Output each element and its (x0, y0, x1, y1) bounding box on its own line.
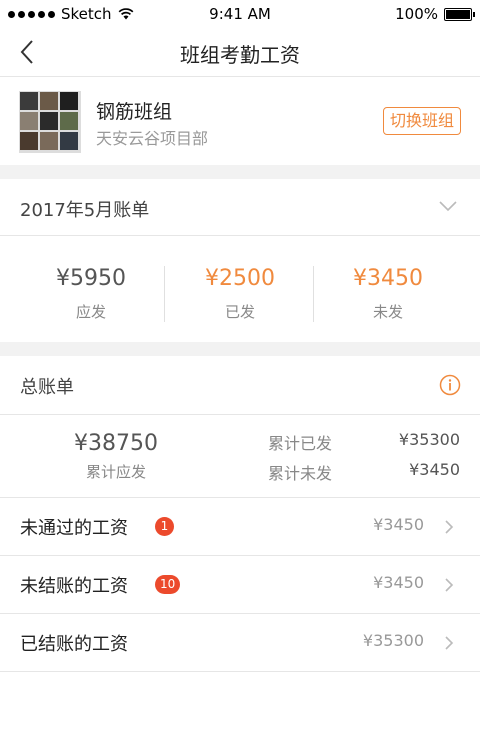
chevron-down-icon (439, 201, 457, 212)
stat-unpaid: ¥3450 未发 (308, 266, 468, 322)
stat-label: 已发 (224, 303, 255, 321)
total-unpaid-label: 累计未发 (268, 464, 333, 483)
info-icon[interactable] (439, 374, 461, 396)
section-divider (0, 342, 480, 356)
total-bill-title: 总账单 (20, 377, 74, 398)
list-item-rejected-wages[interactable]: 未通过的工资 1 ¥3450 (0, 498, 480, 556)
list-item-amount: ¥35300 (362, 631, 424, 650)
page-title: 班组考勤工资 (180, 43, 300, 67)
stat-payable: ¥5950 应发 (11, 266, 171, 322)
list-item-amount: ¥3450 (373, 515, 424, 534)
month-summary: ¥5950 应发 ¥2500 已发 ¥3450 未发 (0, 236, 480, 342)
battery-percent: 100% (395, 5, 438, 23)
chevron-right-icon (445, 636, 454, 650)
total-payable-label: 累计应发 (85, 463, 146, 481)
total-payable-value: ¥38750 (74, 431, 158, 456)
stat-paid: ¥2500 已发 (160, 266, 320, 322)
project-name: 天安云谷项目部 (96, 129, 209, 148)
status-right: 100% (395, 5, 475, 23)
count-badge: 10 (155, 575, 181, 594)
stat-label: 应发 (75, 303, 106, 321)
total-bill-header: 总账单 (0, 356, 480, 415)
team-header: 钢筋班组 天安云谷项目部 切换班组 (0, 77, 480, 165)
chevron-right-icon (445, 578, 454, 592)
nav-bar: 班组考勤工资 (0, 28, 480, 77)
month-label: 2017年5月账单 (20, 200, 150, 221)
chevron-right-icon (445, 520, 454, 534)
team-avatar (19, 91, 81, 153)
status-bar: Sketch 9:41 AM 100% (0, 0, 480, 28)
stat-value: ¥5950 (56, 266, 126, 291)
list-item-amount: ¥3450 (373, 573, 424, 592)
list-item-settled-wages[interactable]: 已结账的工资 ¥35300 (0, 614, 480, 672)
stat-value: ¥3450 (353, 266, 423, 291)
battery-icon (444, 7, 475, 21)
list-item-label: 已结账的工资 (20, 634, 128, 655)
month-selector[interactable]: 2017年5月账单 (0, 179, 480, 236)
list-item-label: 未结账的工资 (20, 576, 128, 597)
list-item-label: 未通过的工资 (20, 518, 128, 539)
total-paid-label: 累计已发 (268, 434, 333, 453)
list-item-unsettled-wages[interactable]: 未结账的工资 10 ¥3450 (0, 556, 480, 614)
stat-label: 未发 (372, 303, 403, 321)
total-paid-value: ¥35300 (398, 430, 460, 449)
count-badge: 1 (155, 517, 174, 536)
section-divider (0, 165, 480, 179)
switch-team-button[interactable]: 切换班组 (382, 107, 461, 135)
team-name: 钢筋班组 (96, 101, 173, 123)
stat-value: ¥2500 (205, 266, 275, 291)
total-unpaid-value: ¥3450 (409, 460, 460, 479)
total-bill-summary: ¥38750 累计应发 累计已发 ¥35300 累计未发 ¥3450 (0, 415, 480, 498)
